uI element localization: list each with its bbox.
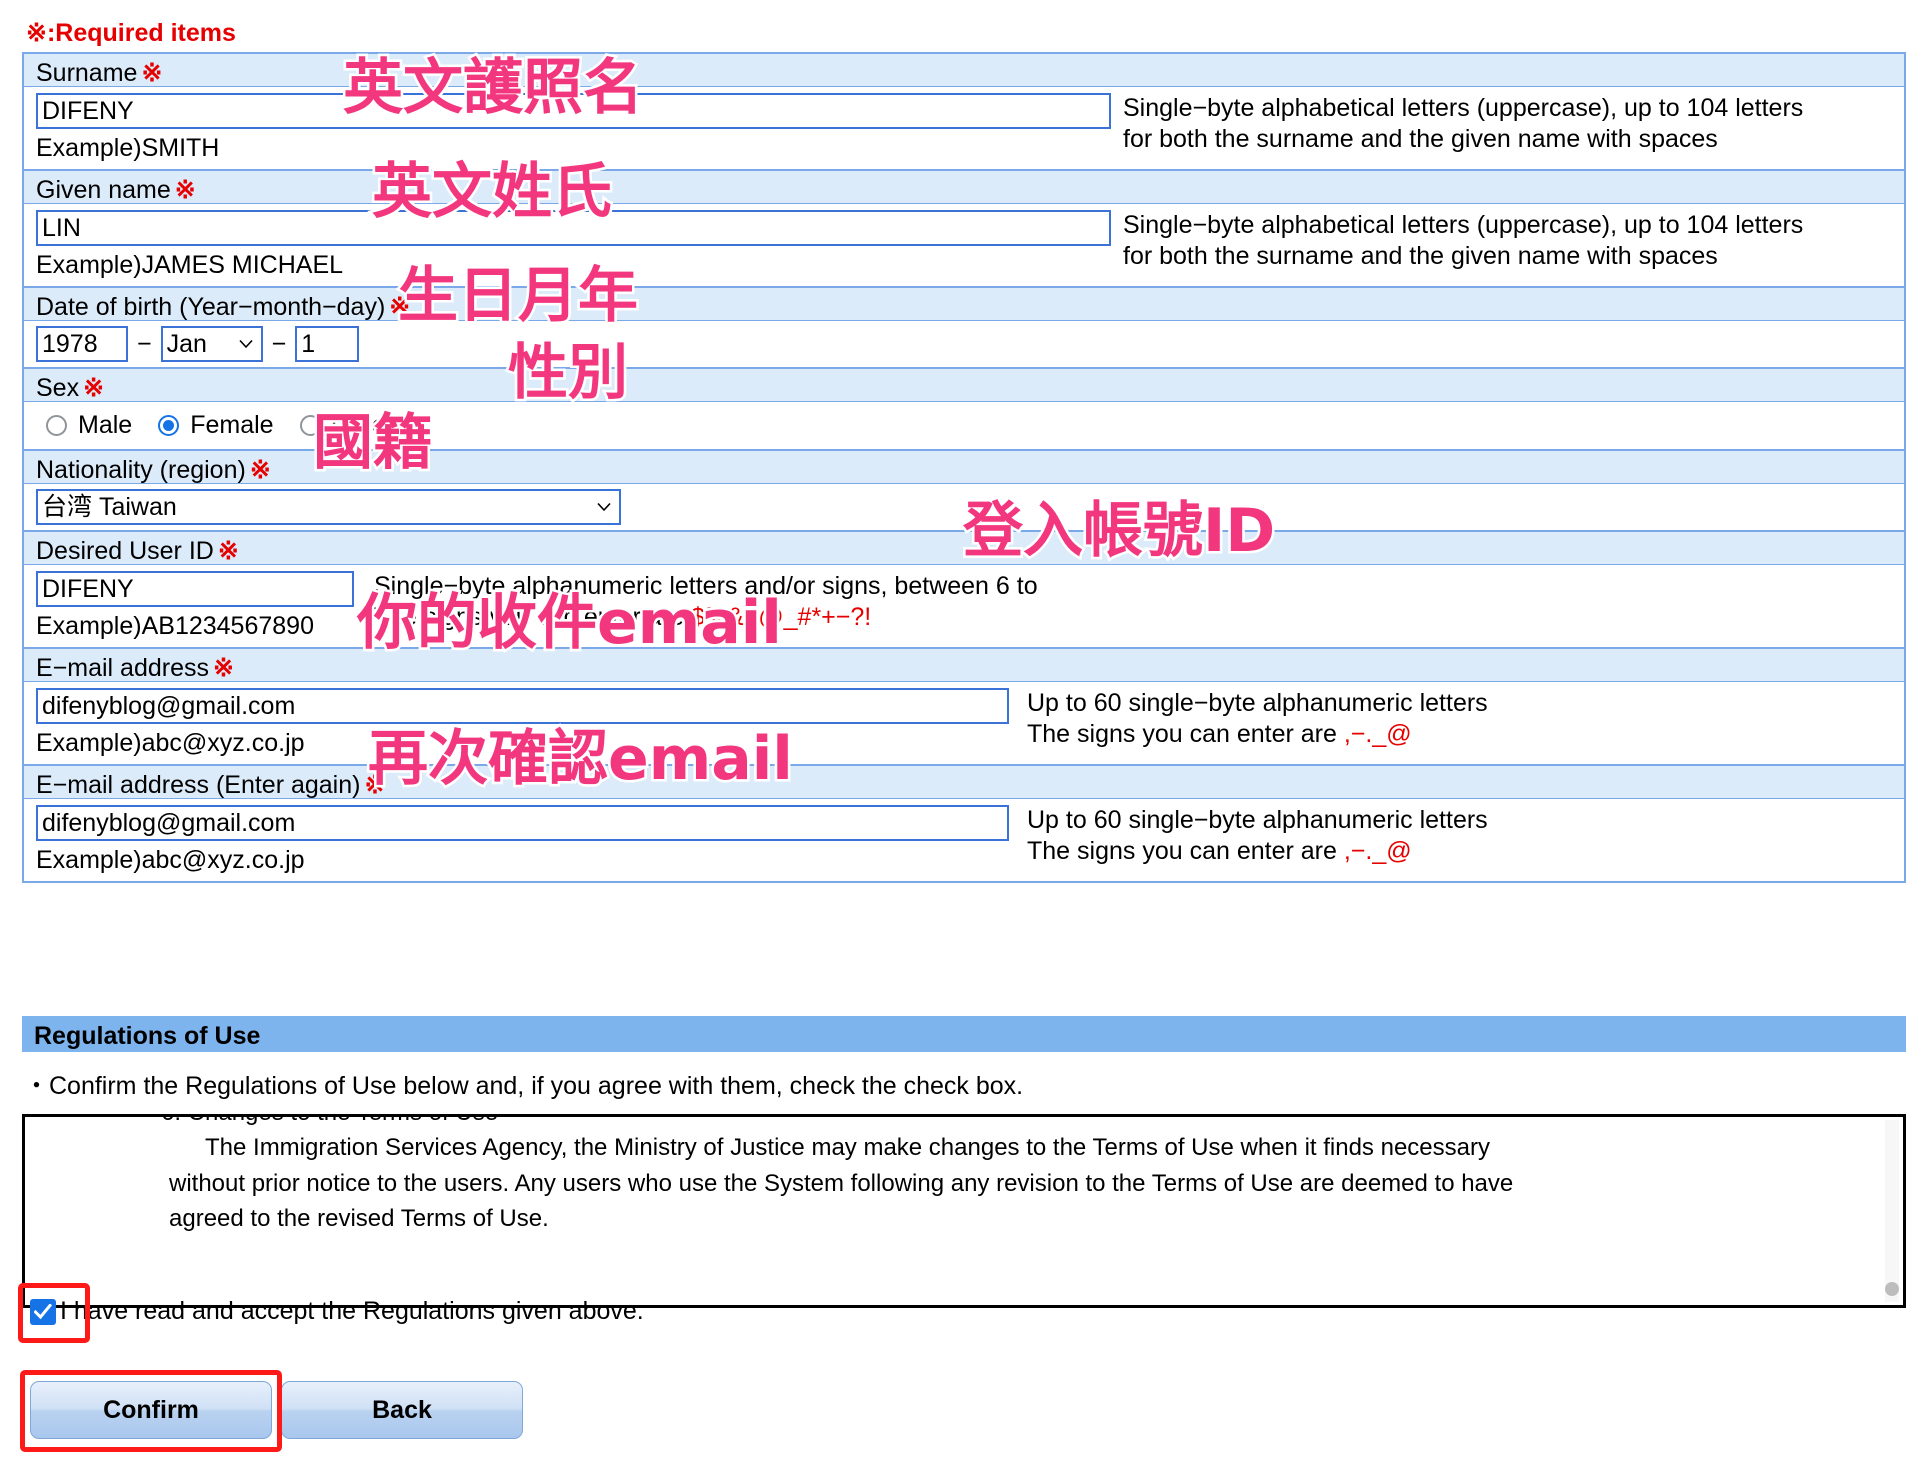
regulations-paragraph-line3: agreed to the revised Terms of Use. <box>169 1204 549 1232</box>
email-hint-line1: Up to 60 single−byte alphanumeric letter… <box>1027 689 1488 717</box>
required-asterisk: ※ <box>213 654 234 682</box>
sex-label-text: Sex <box>36 374 80 402</box>
regulations-paragraph-line2: without prior notice to the users. Any u… <box>169 1169 1514 1197</box>
email-confirm-row: Example)abc@xyz.co.jp Up to 60 single−by… <box>24 799 1904 881</box>
email-confirm-label: E−mail address (Enter again) ※ <box>24 766 1904 799</box>
user-id-row: Example)AB1234567890 Single−byte alphanu… <box>24 565 1904 649</box>
sex-label: Sex ※ <box>24 369 1904 402</box>
agree-checkbox-row[interactable]: I have read and accept the Regulations g… <box>30 1297 644 1326</box>
nationality-select[interactable]: 台湾 Taiwan <box>36 489 621 525</box>
email-allowed-signs: ,−._@ <box>1343 719 1412 748</box>
required-asterisk: ※ <box>83 374 105 402</box>
regulations-content: 6. Changes to the Terms of Use The Immig… <box>25 1117 1903 1236</box>
given-name-hint: Single−byte alphabetical letters (upperc… <box>1111 210 1803 271</box>
date-separator: − <box>271 329 287 358</box>
given-name-label: Given name ※ <box>24 171 1904 204</box>
required-asterisk: ※ <box>217 537 239 565</box>
radio-icon-female[interactable] <box>158 415 180 436</box>
sex-option-male-label: Male <box>78 411 133 439</box>
required-asterisk: ※ <box>174 176 196 204</box>
given-name-input[interactable] <box>36 210 1111 246</box>
birth-year-input[interactable] <box>36 326 128 362</box>
email-confirm-hint-line1: Up to 60 single−byte alphanumeric letter… <box>1027 806 1488 834</box>
email-confirm-hint-line2: The signs you can enter are ,−._@ <box>1027 836 1488 867</box>
regulations-paragraph-line1: The Immigration Services Agency, the Min… <box>205 1134 1490 1162</box>
birth-month-select[interactable]: Jan <box>160 326 263 362</box>
given-name-hint-line2: for both the surname and the given name … <box>1123 241 1718 270</box>
surname-hint-line1: Single−byte alphabetical letters (upperc… <box>1123 94 1804 122</box>
email-confirm-label-text: E−mail address (Enter again) <box>36 771 361 799</box>
surname-input[interactable] <box>36 93 1111 129</box>
user-id-example: Example)AB1234567890 <box>36 612 314 640</box>
sex-option-male[interactable]: Male <box>46 411 132 440</box>
date-of-birth-label-text: Date of birth (Year−month−day) <box>36 293 386 321</box>
email-input[interactable] <box>36 688 1009 724</box>
email-row: Example)abc@xyz.co.jp Up to 60 single−by… <box>24 682 1904 766</box>
email-example: Example)abc@xyz.co.jp <box>36 729 305 757</box>
sex-option-female[interactable]: Female <box>158 411 274 440</box>
registration-form-table: Surname※ Example)SMITH Single−byte alpha… <box>22 52 1906 883</box>
surname-hint: Single−byte alphabetical letters (upperc… <box>1111 93 1803 154</box>
email-label-text: E−mail address <box>36 654 209 682</box>
regulations-scrollbar[interactable] <box>1885 1120 1899 1302</box>
back-button[interactable]: Back <box>281 1381 523 1439</box>
user-id-hint: Single−byte alphanumeric letters and/or … <box>354 571 1038 632</box>
birth-day-input[interactable] <box>295 326 360 362</box>
sex-row: Male Female Other <box>24 402 1904 451</box>
radio-icon-male[interactable] <box>46 415 67 436</box>
user-id-allowed-signs: $%&=@_#*+−?! <box>690 602 872 631</box>
required-asterisk: ※ <box>141 59 163 87</box>
regulations-section: Regulations of Use ・Confirm the Regulati… <box>22 1016 1906 1308</box>
required-asterisk: ※ <box>389 293 411 321</box>
given-name-row: Example)JAMES MICHAEL Single−byte alphab… <box>24 204 1904 288</box>
given-name-label-text: Given name <box>36 176 171 204</box>
user-id-hint-line1: Single−byte alphanumeric letters and/or … <box>374 572 1038 600</box>
agree-checkbox-label: I have read and accept the Regulations g… <box>60 1297 644 1325</box>
surname-hint-line2: for both the surname and the given name … <box>1123 124 1718 153</box>
email-confirm-hint: Up to 60 single−byte alphanumeric letter… <box>1009 805 1488 866</box>
email-hint-line2: The signs you can enter are ,−._@ <box>1027 719 1488 750</box>
email-confirm-input[interactable] <box>36 805 1009 841</box>
sex-option-other-label: Other <box>331 411 395 439</box>
user-id-hint-prefix: The signs you can enter are <box>374 602 691 631</box>
surname-example: Example)SMITH <box>36 134 220 162</box>
regulations-note: ・Confirm the Regulations of Use below an… <box>24 1072 1024 1100</box>
email-label: E−mail address ※ <box>24 649 1904 682</box>
email-confirm-allowed-signs: ,−._@ <box>1343 836 1412 865</box>
user-id-hint-line2: The signs you can enter are $%&=@_#*+−?! <box>374 602 1038 633</box>
confirm-button[interactable]: Confirm <box>30 1381 272 1439</box>
surname-label: Surname ※ <box>24 54 1904 87</box>
required-items-note: ※:Required items <box>26 19 236 47</box>
required-asterisk: ※ <box>364 771 386 799</box>
user-id-label: Desired User ID ※ <box>24 532 1904 565</box>
check-icon <box>34 1303 52 1319</box>
email-confirm-hint-prefix: The signs you can enter are <box>1027 836 1344 865</box>
date-separator: − <box>137 329 152 358</box>
email-hint: Up to 60 single−byte alphanumeric letter… <box>1009 688 1488 749</box>
regulations-header: Regulations of Use <box>22 1016 1906 1052</box>
given-name-example: Example)JAMES MICHAEL <box>36 251 344 279</box>
surname-row: Example)SMITH Single−byte alphabetical l… <box>24 87 1904 171</box>
given-name-hint-line1: Single−byte alphabetical letters (upperc… <box>1123 211 1804 239</box>
sex-option-other[interactable]: Other <box>299 411 395 440</box>
radio-icon-other[interactable] <box>299 415 321 436</box>
sex-option-female-label: Female <box>190 411 274 439</box>
agree-checkbox[interactable] <box>30 1298 56 1325</box>
user-id-label-text: Desired User ID <box>36 537 214 565</box>
date-of-birth-row: − Jan − <box>24 321 1904 369</box>
email-confirm-example: Example)abc@xyz.co.jp <box>36 846 305 874</box>
regulations-heading: 6. Changes to the Terms of Use <box>39 1117 1865 1130</box>
date-of-birth-label: Date of birth (Year−month−day) ※ <box>24 288 1904 321</box>
nationality-label-text: Nationality (region) <box>36 456 246 484</box>
email-hint-prefix: The signs you can enter are <box>1027 719 1344 748</box>
required-asterisk: ※ <box>249 456 271 484</box>
regulations-scrollbar-thumb[interactable] <box>1885 1282 1899 1296</box>
nationality-label: Nationality (region) ※ <box>24 451 1904 484</box>
regulations-textbox[interactable]: 6. Changes to the Terms of Use The Immig… <box>22 1114 1906 1308</box>
nationality-row: 台湾 Taiwan <box>24 484 1904 532</box>
user-id-input[interactable] <box>36 571 354 607</box>
surname-label-text: Surname <box>36 59 138 87</box>
